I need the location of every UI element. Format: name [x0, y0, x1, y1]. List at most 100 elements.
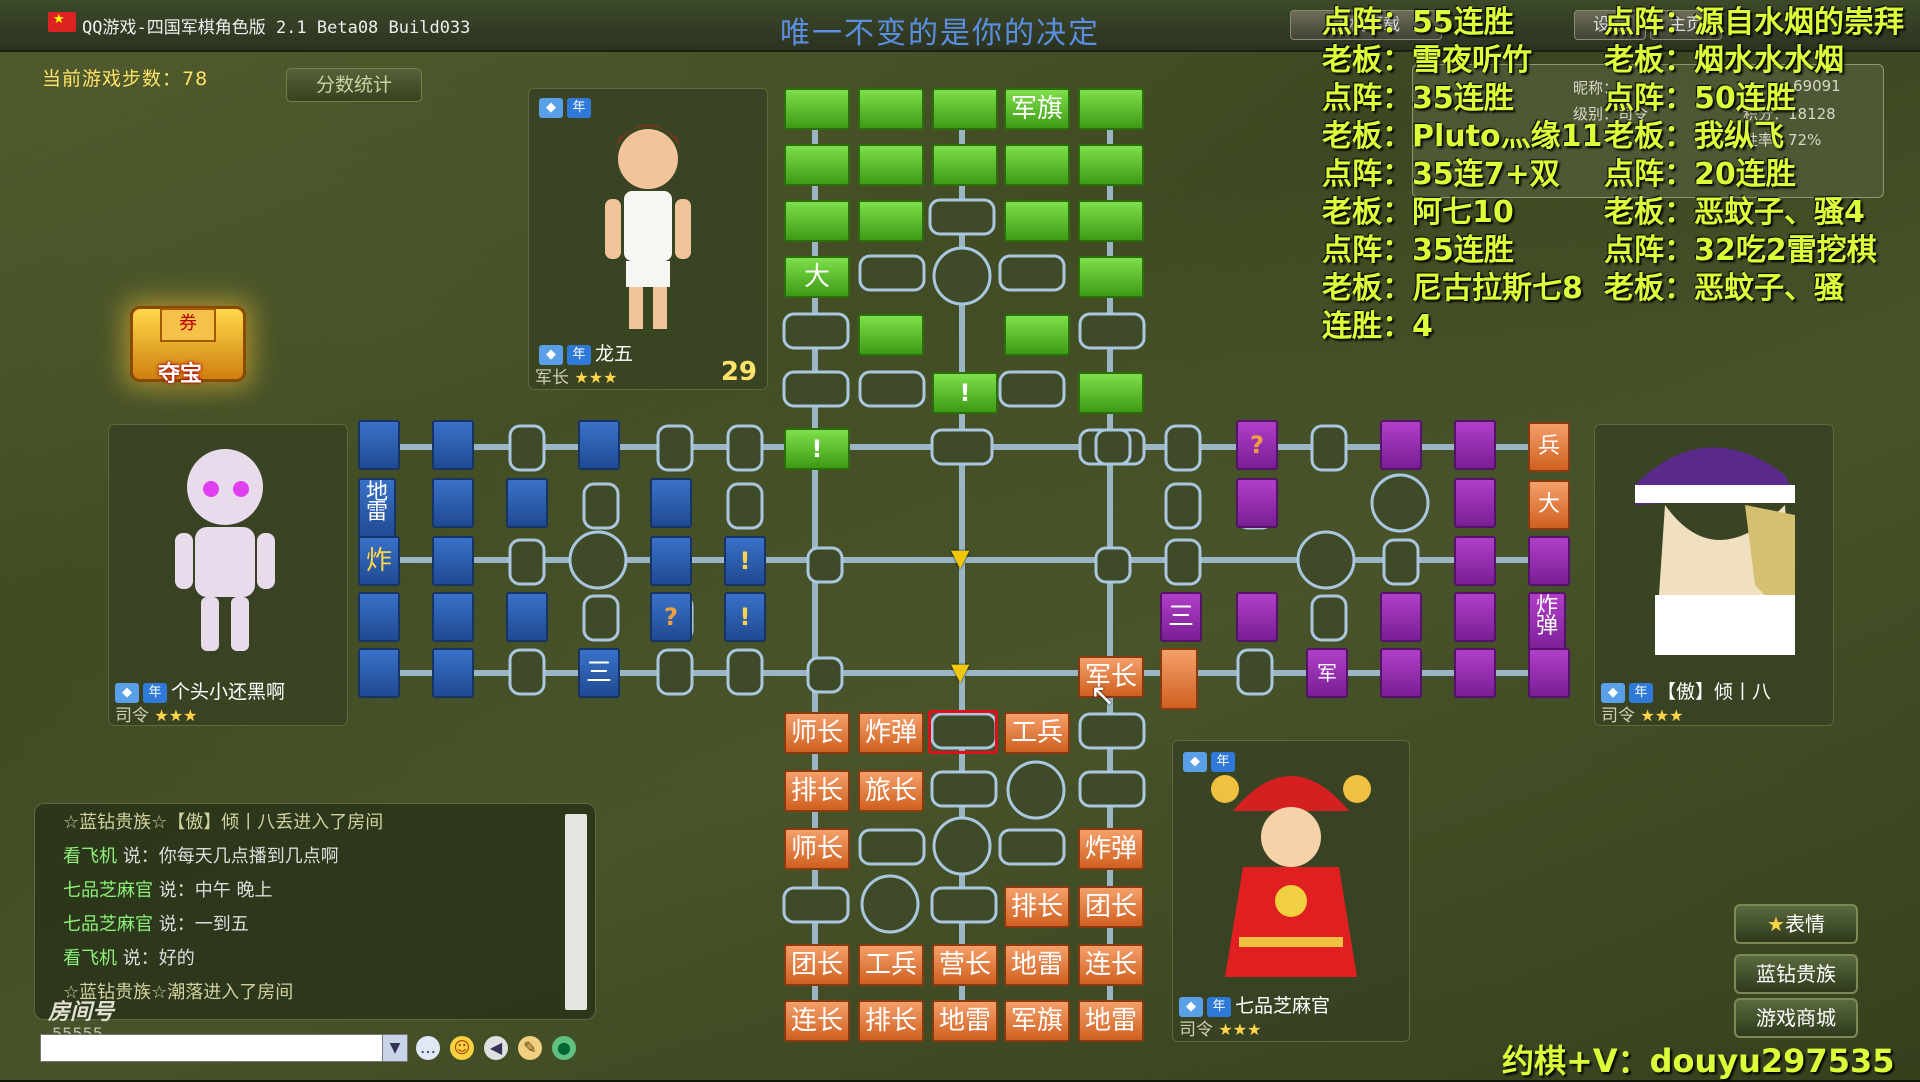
- orange-piece[interactable]: 团长: [1078, 886, 1144, 928]
- overlay-line: 点阵：32吃2雷挖棋: [1604, 233, 1877, 268]
- chevron-down-icon[interactable]: ▼: [382, 1035, 407, 1061]
- green-piece[interactable]: [1078, 144, 1144, 186]
- blue-piece[interactable]: [358, 592, 400, 642]
- overlay-line: 点阵：20连胜: [1604, 157, 1796, 192]
- green-piece-flag[interactable]: 军旗: [1004, 88, 1070, 130]
- game-store-button[interactable]: 游戏商城: [1734, 998, 1858, 1038]
- green-piece[interactable]: [1078, 372, 1144, 414]
- green-piece[interactable]: [858, 88, 924, 130]
- user-status-icon[interactable]: ●: [552, 1036, 576, 1060]
- orange-piece[interactable]: 军旗: [1004, 1000, 1070, 1042]
- emote-button[interactable]: ★表情: [1734, 904, 1858, 944]
- overlay-line: 点阵：55连胜: [1322, 5, 1514, 40]
- purple-piece-army[interactable]: 军: [1306, 648, 1348, 698]
- blue-piece-alert[interactable]: !: [724, 592, 766, 642]
- blue-piece[interactable]: [578, 420, 620, 470]
- blue-piece[interactable]: [432, 420, 474, 470]
- green-piece[interactable]: [1078, 256, 1144, 298]
- orange-piece[interactable]: 炸弹: [858, 712, 924, 754]
- wrench-icon[interactable]: ✎: [518, 1036, 542, 1060]
- overlay-line: 点阵：50连胜: [1604, 81, 1796, 116]
- blue-piece[interactable]: [650, 536, 692, 586]
- purple-piece[interactable]: [1454, 536, 1496, 586]
- overlay-left-column: 点阵：55连胜 老板：雪夜听竹 点阵：35连胜 老板：Pluto灬缘11 点阵：…: [1322, 4, 1602, 346]
- green-piece[interactable]: [858, 144, 924, 186]
- orange-piece[interactable]: 连长: [784, 1000, 850, 1042]
- orange-piece[interactable]: 工兵: [858, 944, 924, 986]
- speaker-icon[interactable]: ◀: [484, 1036, 508, 1060]
- green-piece[interactable]: [858, 314, 924, 356]
- green-piece[interactable]: [1004, 200, 1070, 242]
- green-piece[interactable]: [1078, 88, 1144, 130]
- purple-piece[interactable]: [1380, 420, 1422, 470]
- orange-piece[interactable]: 团长: [784, 944, 850, 986]
- purple-piece-camp[interactable]: 三: [1160, 592, 1202, 642]
- purple-piece[interactable]: [1528, 536, 1570, 586]
- orange-piece[interactable]: 工兵: [1004, 712, 1070, 754]
- blue-piece[interactable]: [432, 648, 474, 698]
- orange-piece[interactable]: 连长: [1078, 944, 1144, 986]
- orange-piece[interactable]: 师长: [784, 712, 850, 754]
- green-piece[interactable]: [932, 144, 998, 186]
- blue-piece[interactable]: [506, 478, 548, 528]
- orange-piece[interactable]: 炸弹: [1078, 828, 1144, 870]
- blue-piece-bomb[interactable]: 炸: [358, 536, 400, 586]
- green-piece[interactable]: [932, 88, 998, 130]
- purple-piece[interactable]: [1454, 648, 1496, 698]
- orange-piece[interactable]: 地雷: [1078, 1000, 1144, 1042]
- orange-piece[interactable]: 排长: [1004, 886, 1070, 928]
- blue-piece[interactable]: [432, 478, 474, 528]
- purple-piece[interactable]: [1380, 592, 1422, 642]
- green-piece-alert[interactable]: !: [932, 372, 998, 414]
- green-piece[interactable]: [858, 200, 924, 242]
- blue-piece-unknown[interactable]: ?: [650, 592, 692, 642]
- purple-piece[interactable]: [1454, 478, 1496, 528]
- chat-line: 七品芝麻官 说：中午 晚上: [63, 880, 273, 901]
- chat-line: 七品芝麻官 说：一到五: [63, 914, 249, 935]
- speech-bubble-icon[interactable]: …: [416, 1036, 440, 1060]
- overlay-line: 点阵：35连胜: [1322, 81, 1514, 116]
- green-piece[interactable]: [784, 200, 850, 242]
- orange-piece[interactable]: 地雷: [932, 1000, 998, 1042]
- orange-piece[interactable]: 旅长: [858, 770, 924, 812]
- purple-piece-bomb[interactable]: 炸弹: [1528, 592, 1566, 654]
- blue-piece[interactable]: [432, 592, 474, 642]
- green-piece[interactable]: [1004, 314, 1070, 356]
- purple-piece-unknown[interactable]: ?: [1236, 420, 1278, 470]
- smiley-icon[interactable]: ☺: [450, 1036, 474, 1060]
- green-piece[interactable]: [784, 88, 850, 130]
- orange-piece[interactable]: 地雷: [1004, 944, 1070, 986]
- overlay-line: 连胜：4: [1322, 309, 1433, 344]
- blue-piece-alert[interactable]: !: [724, 536, 766, 586]
- blue-piece[interactable]: [506, 592, 548, 642]
- orange-piece[interactable]: 营长: [932, 944, 998, 986]
- purple-piece[interactable]: [1528, 648, 1570, 698]
- green-piece[interactable]: [1078, 200, 1144, 242]
- blue-diamond-button[interactable]: 蓝钻贵族: [1734, 954, 1858, 994]
- purple-piece-orange[interactable]: [1160, 648, 1198, 710]
- purple-piece[interactable]: [1454, 592, 1496, 642]
- chat-input[interactable]: ▼: [40, 1034, 408, 1062]
- orange-piece[interactable]: 排长: [858, 1000, 924, 1042]
- orange-piece[interactable]: 师长: [784, 828, 850, 870]
- orange-piece[interactable]: 排长: [784, 770, 850, 812]
- purple-piece-soldier[interactable]: 兵: [1528, 422, 1570, 472]
- purple-piece-big[interactable]: 大: [1528, 480, 1570, 530]
- green-piece-big[interactable]: 大: [784, 256, 850, 298]
- purple-piece[interactable]: [1236, 592, 1278, 642]
- blue-piece[interactable]: [358, 420, 400, 470]
- purple-piece[interactable]: [1380, 648, 1422, 698]
- blue-piece-camp[interactable]: 三: [578, 648, 620, 698]
- blue-piece[interactable]: [432, 536, 474, 586]
- mouse-cursor-icon: ↖: [1090, 678, 1116, 713]
- green-piece[interactable]: [1004, 144, 1070, 186]
- blue-piece[interactable]: [650, 478, 692, 528]
- selected-cell-marker[interactable]: [928, 710, 998, 754]
- chat-scrollbar[interactable]: [565, 814, 587, 1010]
- purple-piece[interactable]: [1454, 420, 1496, 470]
- green-piece-alert[interactable]: !: [784, 428, 850, 470]
- green-piece[interactable]: [784, 144, 850, 186]
- blue-piece-mine[interactable]: 地雷: [358, 478, 396, 540]
- blue-piece[interactable]: [358, 648, 400, 698]
- purple-piece[interactable]: [1236, 478, 1278, 528]
